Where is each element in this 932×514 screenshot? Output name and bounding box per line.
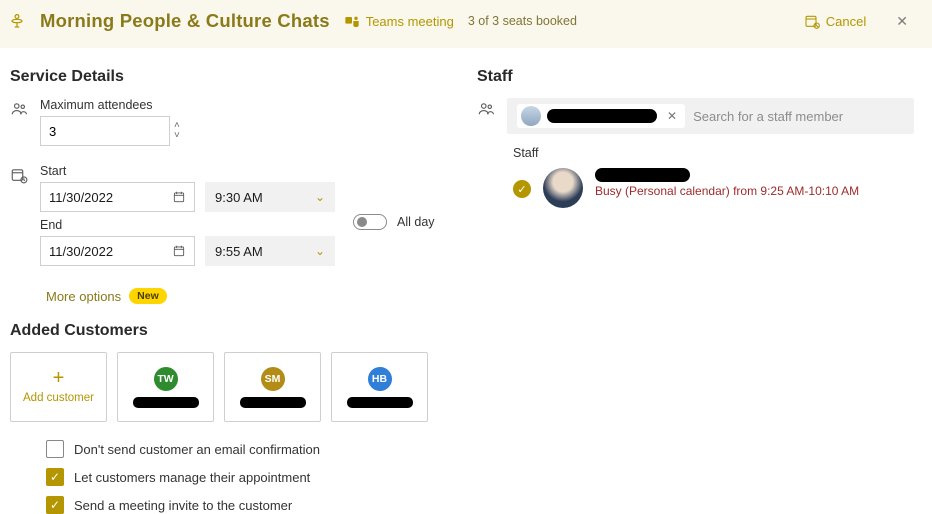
customer-card[interactable]: TW — [117, 352, 214, 422]
remove-chip-button[interactable]: ✕ — [663, 109, 681, 123]
booking-type-icon — [8, 12, 26, 30]
chevron-down-icon: ⌄ — [315, 190, 325, 204]
service-details-heading: Service Details — [10, 68, 447, 86]
start-label: Start — [40, 164, 335, 178]
customer-card[interactable]: SM — [224, 352, 321, 422]
staff-busy-status: Busy (Personal calendar) from 9:25 AM-10… — [595, 184, 859, 198]
end-date-input[interactable]: 11/30/2022 — [40, 236, 195, 266]
customer-card[interactable]: HB — [331, 352, 428, 422]
staff-name-redacted — [547, 109, 657, 123]
checkbox-send-meeting-invite[interactable]: ✓ — [46, 496, 64, 514]
option-label: Don't send customer an email confirmatio… — [74, 442, 320, 457]
search-placeholder: Search for a staff member — [693, 109, 904, 124]
cancel-button[interactable]: Cancel — [804, 13, 866, 29]
option-label: Send a meeting invite to the customer — [74, 498, 292, 513]
staff-name-redacted — [595, 168, 690, 182]
teams-icon — [344, 13, 360, 29]
new-badge: New — [129, 288, 167, 304]
calendar-icon — [172, 190, 186, 204]
add-customer-button[interactable]: + Add customer — [10, 352, 107, 422]
seats-booked-label: 3 of 3 seats booked — [468, 14, 577, 28]
max-attendees-label: Maximum attendees — [40, 98, 190, 112]
more-options-label: More options — [46, 289, 121, 304]
booking-header: Morning People & Culture Chats Teams mee… — [0, 0, 932, 48]
calendar-cancel-icon — [804, 13, 820, 29]
start-time-value: 9:30 AM — [215, 190, 263, 205]
avatar — [521, 106, 541, 126]
staff-item[interactable]: ✓ Busy (Personal calendar) from 9:25 AM-… — [507, 168, 914, 208]
calendar-icon — [172, 244, 186, 258]
datetime-row: Start 11/30/2022 9:30 AM ⌄ End — [10, 164, 447, 266]
staff-chip[interactable]: ✕ — [517, 104, 685, 128]
staff-search-input[interactable]: ✕ Search for a staff member — [507, 98, 914, 134]
start-date-input[interactable]: 11/30/2022 — [40, 182, 195, 212]
start-time-input[interactable]: 9:30 AM ⌄ — [205, 182, 335, 212]
staff-photo — [543, 168, 583, 208]
staff-search-row: ✕ Search for a staff member Staff ✓ Busy… — [477, 98, 914, 208]
people-icon — [477, 100, 495, 118]
end-time-input[interactable]: 9:55 AM ⌄ — [205, 236, 335, 266]
staff-heading: Staff — [477, 68, 914, 86]
max-attendees-input[interactable] — [40, 116, 170, 146]
all-day-label: All day — [397, 215, 435, 229]
teams-meeting-indicator[interactable]: Teams meeting — [344, 13, 454, 29]
calendar-clock-icon — [10, 166, 28, 184]
checkbox-dont-send-email[interactable] — [46, 440, 64, 458]
right-column: Staff ✕ Search for a staff member Staff … — [477, 60, 914, 514]
avatar: HB — [368, 367, 392, 391]
more-options-link[interactable]: More options New — [46, 288, 447, 304]
added-customers-heading: Added Customers — [10, 322, 447, 340]
chevron-up-icon[interactable]: ˄ — [174, 122, 180, 130]
customer-name-redacted — [347, 397, 413, 408]
customer-name-redacted — [133, 397, 199, 408]
booking-title: Morning People & Culture Chats — [40, 10, 330, 32]
all-day-toggle[interactable] — [353, 214, 387, 230]
avatar: SM — [261, 367, 285, 391]
customer-options: Don't send customer an email confirmatio… — [46, 440, 447, 514]
close-button[interactable]: ✕ — [890, 11, 914, 32]
end-date-value: 11/30/2022 — [49, 244, 113, 259]
customer-name-redacted — [240, 397, 306, 408]
max-attendees-row: Maximum attendees ˄˅ — [10, 98, 447, 146]
customers-row: + Add customer TW SM HB — [10, 352, 447, 422]
selected-check-icon: ✓ — [513, 180, 531, 198]
cancel-label: Cancel — [826, 14, 866, 29]
add-customer-label: Add customer — [23, 392, 94, 404]
staff-sublabel: Staff — [513, 146, 914, 160]
end-label: End — [40, 218, 335, 232]
checkbox-let-customers-manage[interactable]: ✓ — [46, 468, 64, 486]
teams-label: Teams meeting — [366, 14, 454, 29]
start-date-value: 11/30/2022 — [49, 190, 113, 205]
avatar: TW — [154, 367, 178, 391]
people-icon — [10, 100, 28, 118]
plus-icon: + — [53, 370, 65, 386]
option-label: Let customers manage their appointment — [74, 470, 310, 485]
end-time-value: 9:55 AM — [215, 244, 263, 259]
left-column: Service Details Maximum attendees ˄˅ Sta… — [10, 60, 447, 514]
stepper-buttons[interactable]: ˄˅ — [174, 122, 180, 140]
chevron-down-icon[interactable]: ˅ — [174, 132, 180, 140]
chevron-down-icon: ⌄ — [315, 244, 325, 258]
